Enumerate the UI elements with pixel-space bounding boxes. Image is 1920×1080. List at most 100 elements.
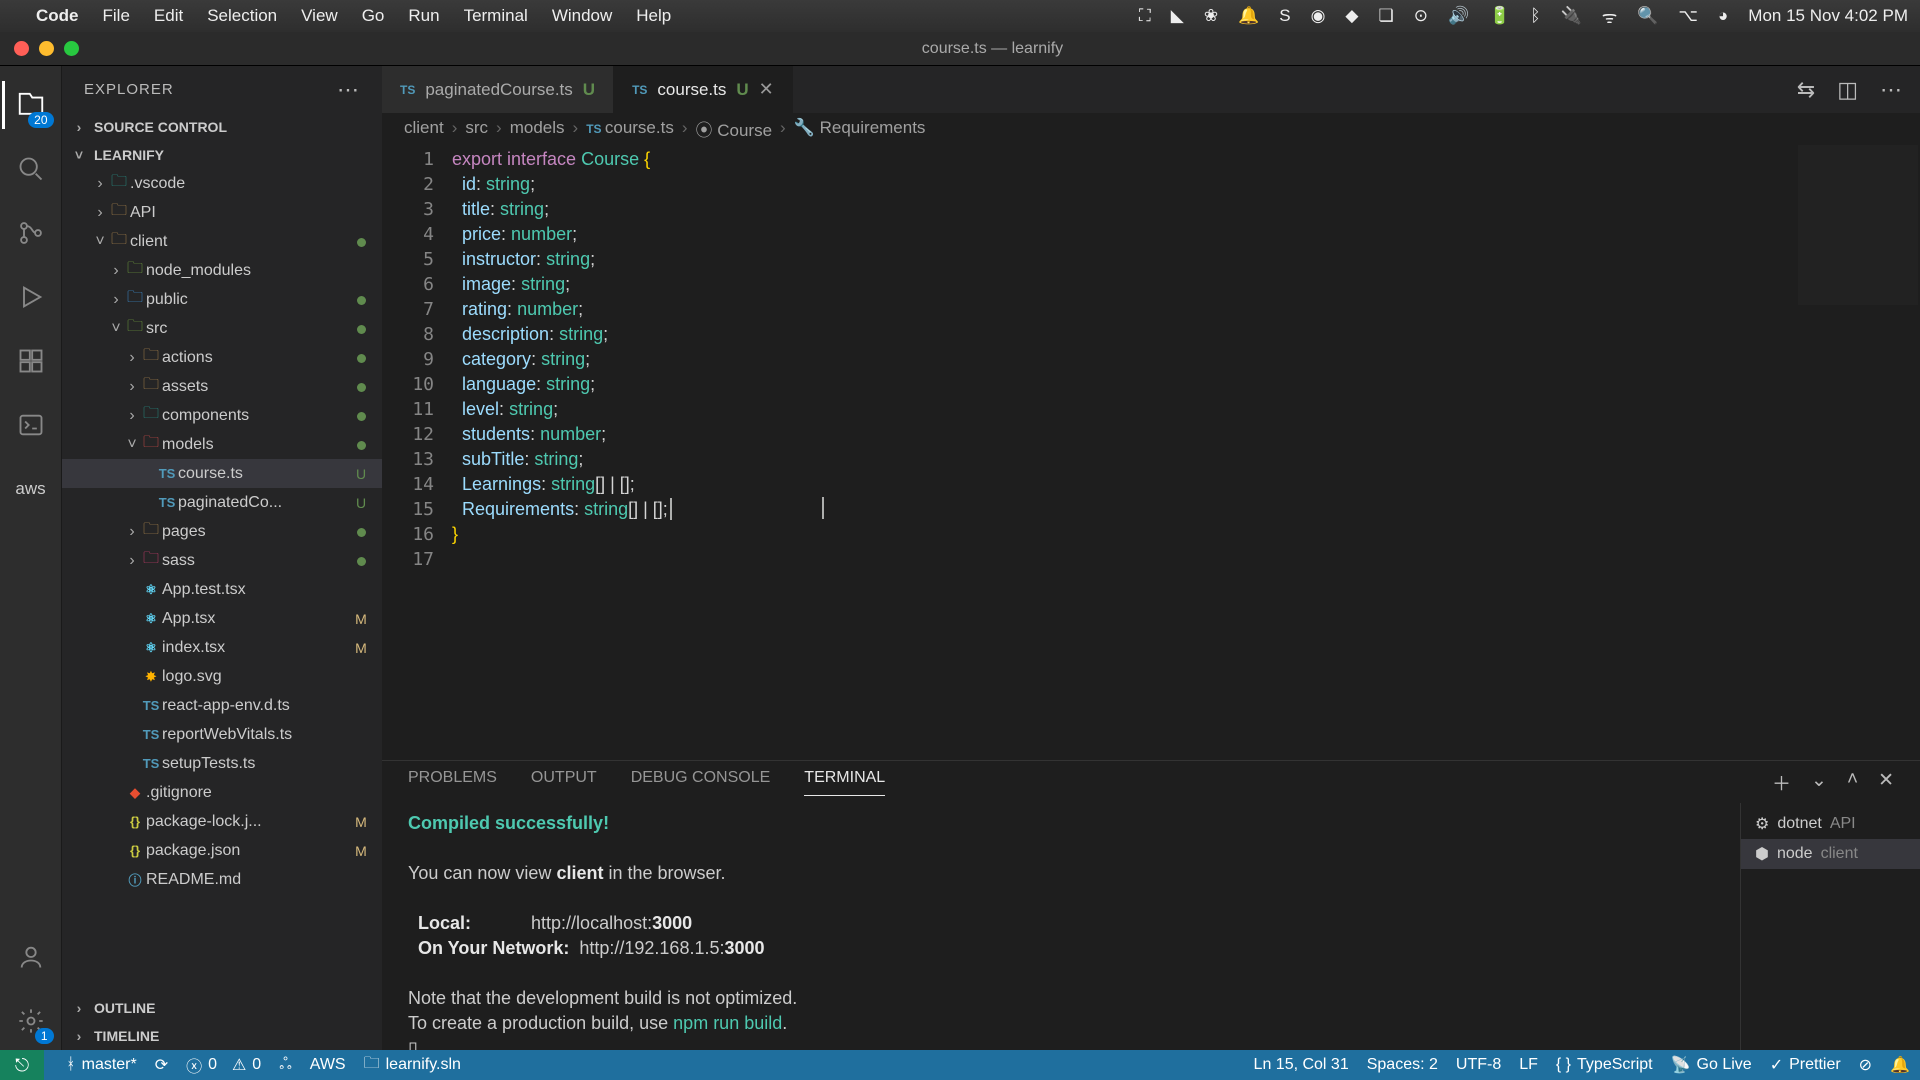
slack-icon[interactable]: S — [1279, 6, 1290, 26]
folder-item[interactable]: ›🗀.vscode — [62, 169, 382, 198]
vlc-icon[interactable]: ◣ — [1171, 6, 1184, 26]
editor-tab[interactable]: TScourse.tsU✕ — [614, 66, 793, 113]
folder-item[interactable]: ›🗀sass — [62, 546, 382, 575]
battery-icon[interactable]: 🔋 — [1489, 6, 1510, 26]
app-name[interactable]: Code — [36, 6, 79, 26]
mac-menu-item[interactable]: Selection — [207, 6, 277, 26]
folder-item[interactable]: ›🗀pages — [62, 517, 382, 546]
terminal-output[interactable]: Compiled successfully! You can now view … — [382, 803, 1740, 1050]
mac-menu-item[interactable]: View — [301, 6, 338, 26]
breadcrumb-item[interactable]: models — [510, 118, 565, 138]
new-terminal-icon[interactable]: ＋ — [1772, 769, 1791, 796]
breadcrumb-item[interactable]: ⦿ Course — [696, 116, 773, 141]
terminal-process[interactable]: ⬢nodeclient — [1741, 839, 1920, 869]
menubar-clock[interactable]: Mon 15 Nov 4:02 PM — [1748, 6, 1908, 26]
git-branch[interactable]: ᚼ master* — [66, 1056, 137, 1074]
folder-item[interactable]: ˅🗀src — [62, 314, 382, 343]
menu-extra-icon[interactable]: ❀ — [1204, 6, 1218, 26]
folder-item[interactable]: ˅🗀client — [62, 227, 382, 256]
file-item[interactable]: ✸logo.svg — [62, 662, 382, 691]
mac-menu-item[interactable]: Go — [362, 6, 385, 26]
zoom-window-button[interactable] — [64, 41, 79, 56]
breadcrumb-item[interactable]: client — [404, 118, 444, 138]
play-icon[interactable]: ⊙ — [1414, 6, 1428, 26]
control-center-icon[interactable]: ⌥ — [1678, 6, 1698, 26]
battery-icon[interactable]: 🔌 — [1561, 6, 1582, 26]
file-item[interactable]: ⚛︎App.test.tsx — [62, 575, 382, 604]
folder-item[interactable]: ›🗀assets — [62, 372, 382, 401]
go-live-button[interactable]: 📡 Go Live — [1671, 1055, 1752, 1075]
solution-status[interactable]: 🗀 learnify.sln — [364, 1052, 461, 1079]
menu-extra-icon[interactable]: ◉ — [1311, 6, 1326, 26]
compare-changes-icon[interactable]: ⇆ — [1797, 77, 1815, 103]
editor-tab[interactable]: TSpaginatedCourse.tsU — [382, 66, 614, 113]
feedback-icon[interactable]: ⊘ — [1859, 1055, 1872, 1075]
file-item[interactable]: ⚛︎index.tsxM — [62, 633, 382, 662]
siri-icon[interactable]: ◕ — [1718, 6, 1728, 26]
folder-item[interactable]: ˅🗀models — [62, 430, 382, 459]
split-editor-icon[interactable]: ◫ — [1837, 77, 1858, 103]
mac-menu-item[interactable]: File — [103, 6, 130, 26]
sync-button[interactable]: ⟳ — [155, 1055, 168, 1075]
search-activity[interactable] — [2, 140, 60, 198]
eol-status[interactable]: LF — [1519, 1056, 1538, 1074]
close-window-button[interactable] — [14, 41, 29, 56]
folder-item[interactable]: ›🗀actions — [62, 343, 382, 372]
extensions-activity[interactable] — [2, 332, 60, 390]
close-panel-icon[interactable]: ✕ — [1878, 769, 1894, 796]
file-item[interactable]: TSsetupTests.ts — [62, 749, 382, 778]
minimap[interactable] — [1798, 145, 1918, 305]
breadcrumb-item[interactable]: src — [465, 118, 488, 138]
notifications-icon[interactable]: 🔔 — [1890, 1055, 1910, 1075]
minimize-window-button[interactable] — [39, 41, 54, 56]
aws-activity[interactable]: aws — [2, 460, 60, 518]
panel-tab[interactable]: TERMINAL — [804, 769, 885, 796]
problems-status[interactable]: ⓧ 0 ⚠ 0 — [186, 1053, 261, 1077]
mac-menu-item[interactable]: Edit — [154, 6, 183, 26]
maximize-panel-icon[interactable]: ˄ — [1847, 769, 1858, 796]
mac-menu-item[interactable]: Terminal — [464, 6, 528, 26]
folder-item[interactable]: ›🗀components — [62, 401, 382, 430]
language-mode[interactable]: { } TypeScript — [1556, 1056, 1653, 1074]
explorer-more-icon[interactable]: ⋯ — [337, 77, 360, 103]
panel-tab[interactable]: PROBLEMS — [408, 769, 497, 795]
menu-extra-icon[interactable]: ❏ — [1379, 6, 1394, 26]
breadcrumbs[interactable]: client›src›models›TS course.ts›⦿ Course›… — [382, 113, 1920, 143]
file-item[interactable]: ◆.gitignore — [62, 778, 382, 807]
spotlight-icon[interactable]: 🔍 — [1637, 6, 1658, 26]
remote-indicator[interactable]: ⎋ — [0, 1050, 44, 1080]
panel-tab[interactable]: DEBUG CONSOLE — [631, 769, 771, 795]
file-item[interactable]: TSreportWebVitals.ts — [62, 720, 382, 749]
explorer-activity[interactable]: 20 — [2, 76, 60, 134]
file-tree[interactable]: ›🗀.vscode›🗀API˅🗀client›🗀node_modules›🗀pu… — [62, 169, 382, 994]
file-item[interactable]: {}package-lock.j...M — [62, 807, 382, 836]
mac-menu-item[interactable]: Run — [408, 6, 439, 26]
file-item[interactable]: TSreact-app-env.d.ts — [62, 691, 382, 720]
terminal-dropdown-icon[interactable]: ⌄ — [1811, 769, 1827, 796]
accounts-activity[interactable] — [2, 928, 60, 986]
run-debug-activity[interactable] — [2, 268, 60, 326]
settings-activity[interactable]: 1 — [2, 992, 60, 1050]
section-timeline[interactable]: ›TIMELINE — [62, 1022, 382, 1050]
file-item[interactable]: {}package.jsonM — [62, 836, 382, 865]
scm-activity[interactable] — [2, 204, 60, 262]
encoding-status[interactable]: UTF-8 — [1456, 1056, 1501, 1074]
breadcrumb-item[interactable]: 🔧 Requirements — [794, 118, 926, 138]
file-item[interactable]: ⚛︎App.tsxM — [62, 604, 382, 633]
folder-item[interactable]: ›🗀node_modules — [62, 256, 382, 285]
file-item[interactable]: TScourse.tsU — [62, 459, 382, 488]
mac-menu-item[interactable]: Help — [636, 6, 671, 26]
folder-item[interactable]: ›🗀API — [62, 198, 382, 227]
volume-icon[interactable]: 🔊 — [1448, 6, 1469, 26]
indentation-status[interactable]: Spaces: 2 — [1367, 1056, 1438, 1074]
section-project[interactable]: ˅LEARNIFY — [62, 141, 382, 169]
prettier-status[interactable]: ✓ Prettier — [1770, 1055, 1841, 1075]
panel-tab[interactable]: OUTPUT — [531, 769, 597, 795]
notifications-icon[interactable]: 🔔 — [1238, 6, 1259, 26]
wifi-icon[interactable]: ᯤ — [1602, 5, 1618, 28]
file-item[interactable]: ⓘREADME.md — [62, 865, 382, 894]
aws-status[interactable]: AWS — [310, 1056, 346, 1074]
folder-item[interactable]: ›🗀public — [62, 285, 382, 314]
cursor-position[interactable]: Ln 15, Col 31 — [1254, 1056, 1349, 1074]
mac-menu-item[interactable]: Window — [552, 6, 612, 26]
